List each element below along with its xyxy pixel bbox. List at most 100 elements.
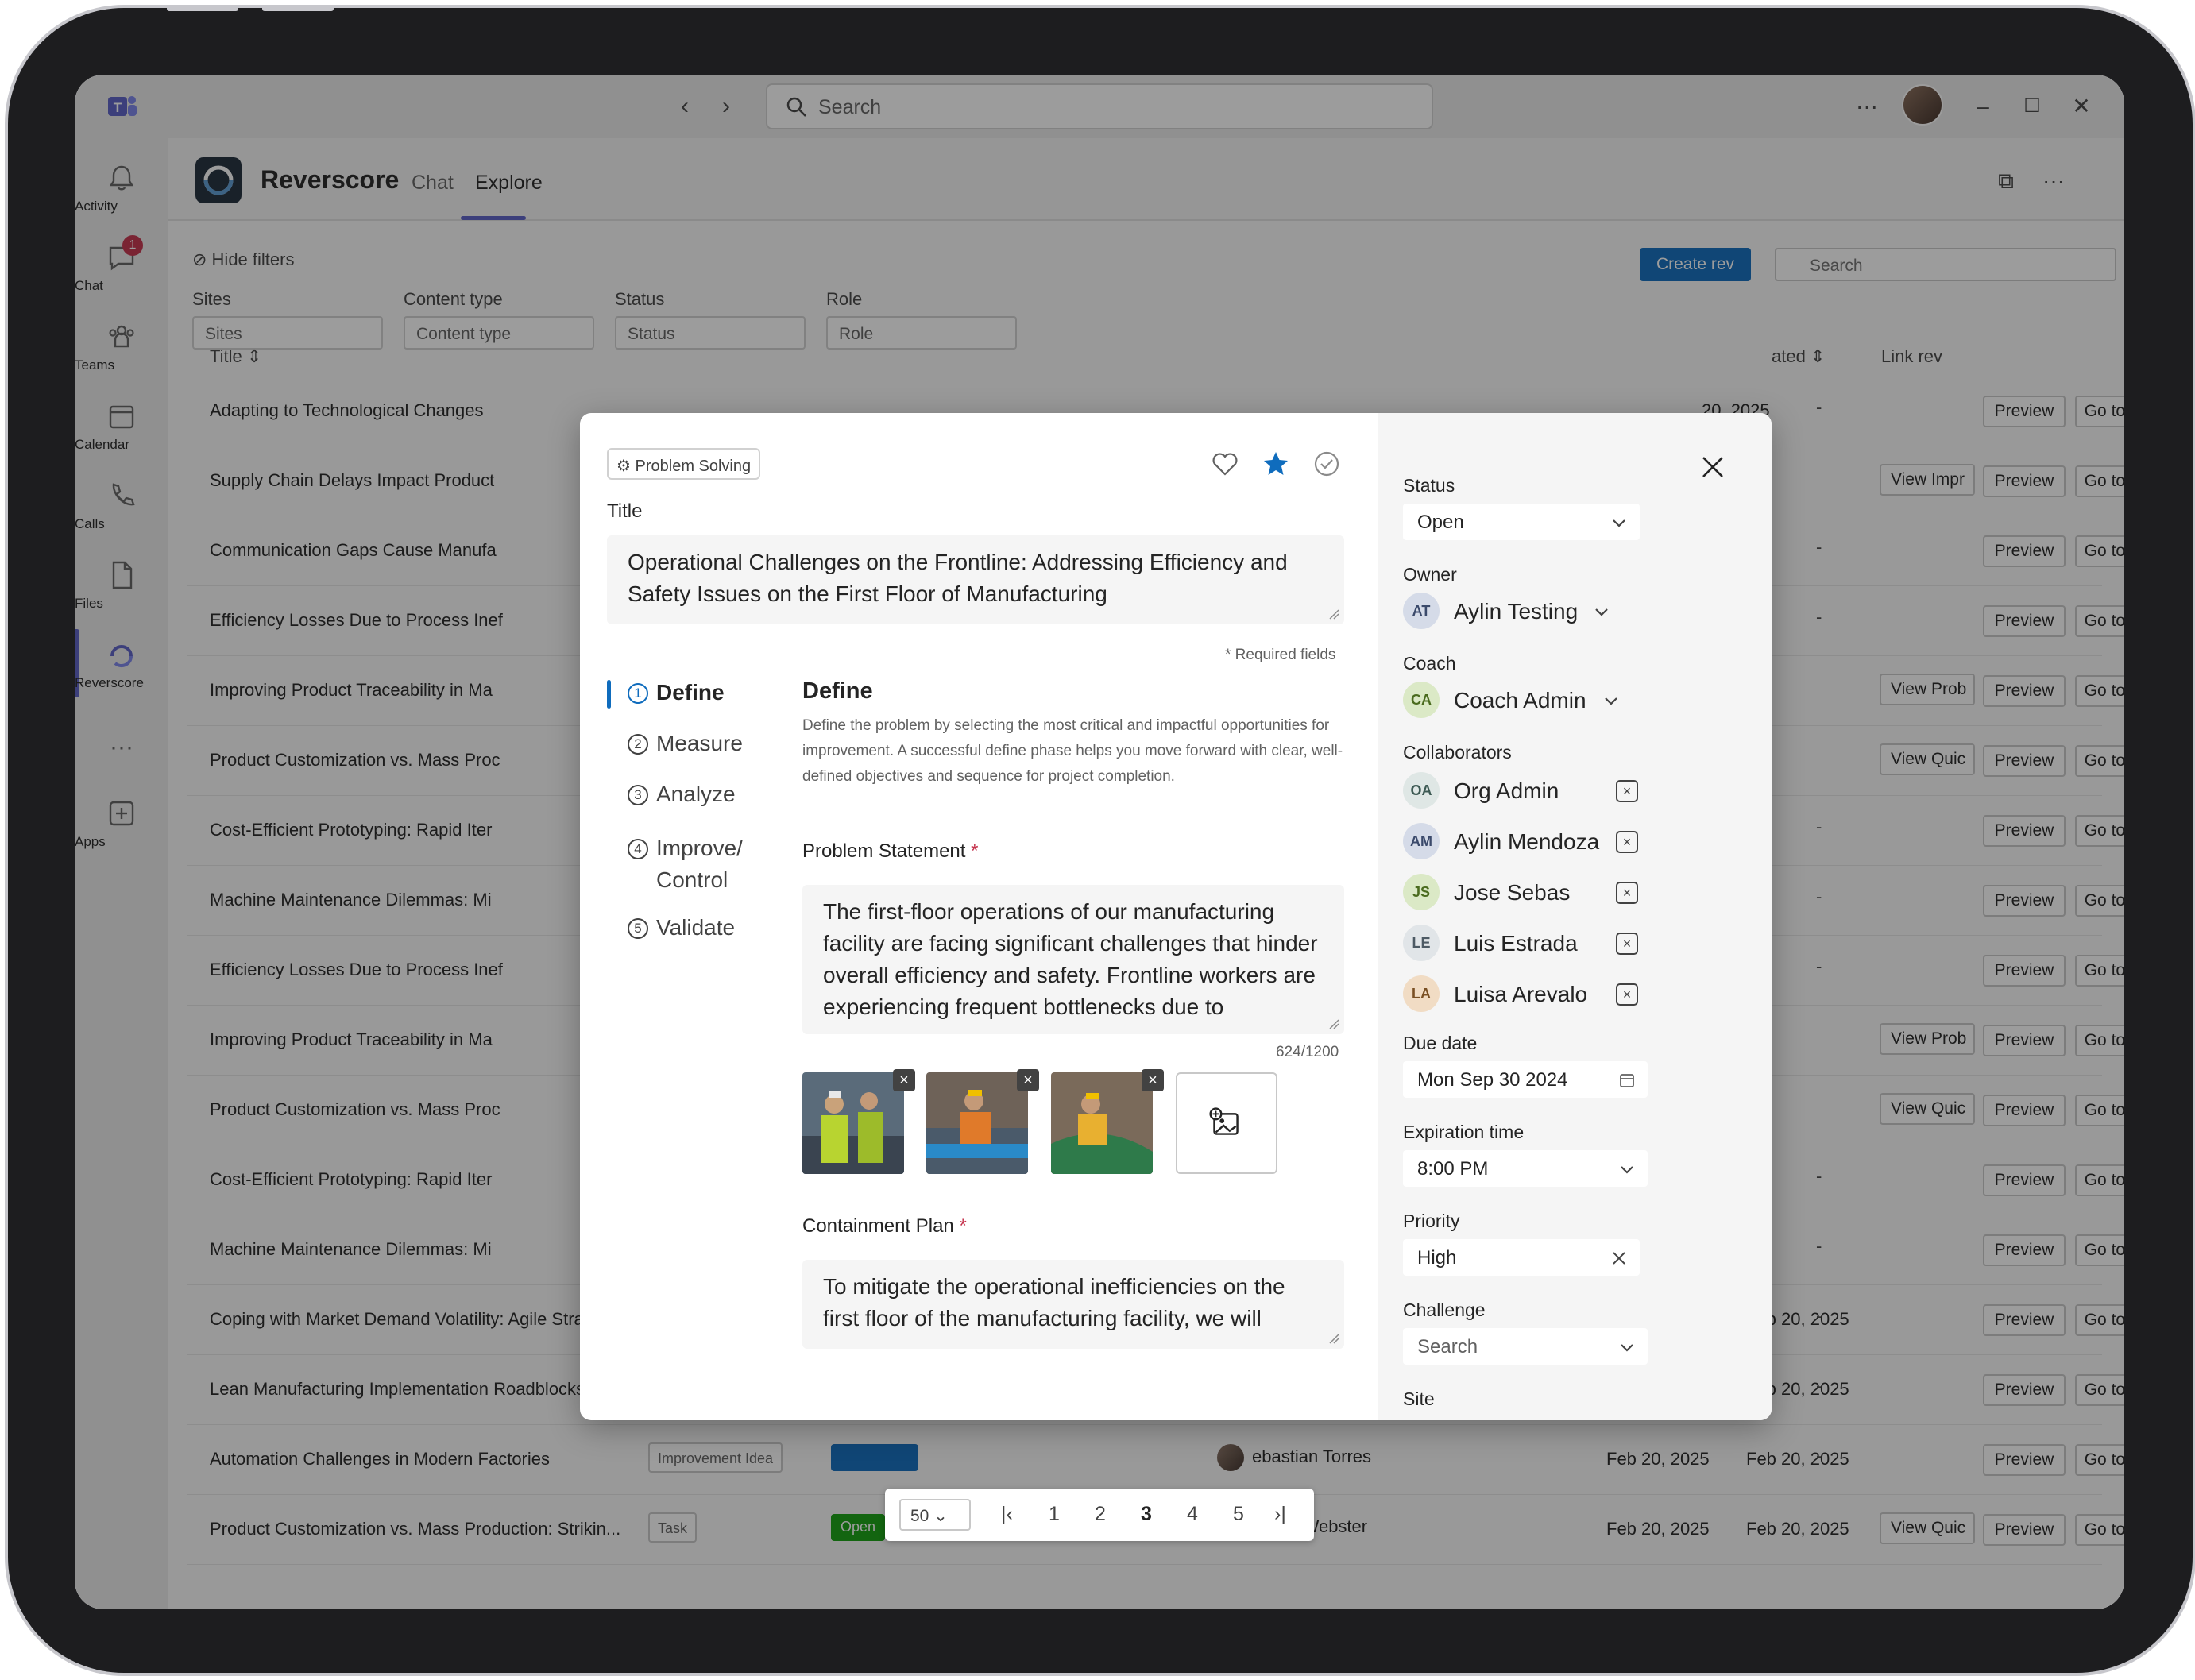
attached-photo-2[interactable] bbox=[926, 1072, 1028, 1174]
page-4[interactable]: 4 bbox=[1187, 1503, 1198, 1526]
chevron-down-icon bbox=[1621, 1344, 1633, 1352]
expiration-time-label: Expiration time bbox=[1403, 1122, 1525, 1142]
required-fields-note: * Required fields bbox=[1225, 647, 1336, 663]
problem-statement-input[interactable]: The first-floor operations of our manufa… bbox=[802, 885, 1344, 1034]
expiration-time-value: 8:00 PM bbox=[1417, 1158, 1489, 1180]
volume-button bbox=[167, 5, 238, 11]
heart-icon[interactable] bbox=[1211, 450, 1239, 478]
rev-detail-modal: ⚙ Problem Solving Title Operational Chal… bbox=[580, 413, 1772, 1420]
calendar-icon bbox=[1620, 1074, 1634, 1087]
add-image-icon bbox=[1209, 1107, 1239, 1135]
step-measure[interactable]: 2 Measure bbox=[628, 731, 743, 756]
resize-grip-icon[interactable] bbox=[1328, 1333, 1339, 1344]
priority-dropdown[interactable]: High bbox=[1403, 1239, 1640, 1276]
avatar: JS bbox=[1403, 874, 1440, 910]
page-size-dropdown[interactable]: 50 ⌄ bbox=[899, 1499, 971, 1531]
title-value: Operational Challenges on the Frontline:… bbox=[628, 550, 1288, 606]
collaborator-name: Jose Sebas bbox=[1454, 880, 1571, 905]
due-date-picker[interactable]: Mon Sep 30 2024 bbox=[1403, 1061, 1648, 1098]
problem-solving-chip: ⚙ Problem Solving bbox=[607, 448, 761, 480]
page-2[interactable]: 2 bbox=[1095, 1503, 1106, 1526]
collaborators-label: Collaborators bbox=[1403, 742, 1512, 763]
status-label: Status bbox=[1403, 475, 1455, 496]
step-label: Analyze bbox=[656, 782, 736, 806]
step-label: Improve/ Control bbox=[656, 836, 743, 892]
step-number: 3 bbox=[628, 785, 648, 805]
resize-grip-icon[interactable] bbox=[1328, 608, 1339, 620]
due-date-value: Mon Sep 30 2024 bbox=[1417, 1069, 1568, 1091]
priority-value: High bbox=[1417, 1247, 1457, 1269]
resize-grip-icon[interactable] bbox=[1328, 1018, 1339, 1029]
status-dropdown[interactable]: Open bbox=[1403, 504, 1640, 540]
step-improve-control[interactable]: 4 Improve/ Control bbox=[628, 832, 743, 896]
owner-picker[interactable]: AT Aylin Testing bbox=[1403, 591, 1641, 631]
step-label: Define bbox=[656, 680, 725, 705]
step-label: Measure bbox=[656, 731, 743, 755]
avatar: LE bbox=[1403, 925, 1440, 961]
page-1[interactable]: 1 bbox=[1049, 1503, 1060, 1526]
step-define[interactable]: 1 Define bbox=[628, 680, 725, 705]
chevron-down-icon bbox=[1595, 608, 1608, 616]
page-3-current[interactable]: 3 bbox=[1141, 1503, 1152, 1526]
last-page-icon[interactable]: ›| bbox=[1274, 1503, 1286, 1526]
character-counter: 624/1200 bbox=[1276, 1044, 1339, 1060]
challenge-placeholder: Search bbox=[1417, 1336, 1478, 1358]
page-5[interactable]: 5 bbox=[1233, 1503, 1244, 1526]
collaborator-name: Luisa Arevalo bbox=[1454, 982, 1588, 1006]
expiration-time-dropdown[interactable]: 8:00 PM bbox=[1403, 1150, 1648, 1187]
containment-plan-value: To mitigate the operational inefficienci… bbox=[823, 1274, 1285, 1330]
step-label: Validate bbox=[656, 915, 736, 940]
remove-collaborator-icon[interactable]: × bbox=[1616, 933, 1638, 955]
close-icon[interactable] bbox=[1698, 453, 1727, 481]
collaborator-item: OA Org Admin × bbox=[1403, 770, 1641, 810]
star-icon[interactable] bbox=[1262, 450, 1290, 478]
challenge-label: Challenge bbox=[1403, 1300, 1486, 1320]
screen: T ‹ › Search ··· – ☐ ✕ Activity 1 Chat T… bbox=[75, 75, 2124, 1609]
problem-statement-label: Problem Statement * bbox=[802, 840, 979, 862]
add-image-button[interactable] bbox=[1176, 1072, 1277, 1174]
remove-photo-icon[interactable]: × bbox=[893, 1069, 915, 1091]
step-analyze[interactable]: 3 Analyze bbox=[628, 782, 736, 807]
problem-statement-value: The first-floor operations of our manufa… bbox=[823, 899, 1318, 1019]
title-input[interactable]: Operational Challenges on the Frontline:… bbox=[607, 535, 1344, 624]
step-number: 2 bbox=[628, 734, 648, 755]
collaborator-item: JS Jose Sebas × bbox=[1403, 872, 1641, 912]
avatar: AM bbox=[1403, 823, 1440, 859]
avatar: CA bbox=[1403, 682, 1440, 718]
avatar: AT bbox=[1403, 593, 1440, 629]
avatar: OA bbox=[1403, 772, 1440, 809]
collaborator-name: Luis Estrada bbox=[1454, 931, 1578, 956]
coach-label: Coach bbox=[1403, 653, 1456, 674]
chip-label: Problem Solving bbox=[635, 458, 752, 475]
step-validate[interactable]: 5 Validate bbox=[628, 915, 735, 940]
remove-collaborator-icon[interactable]: × bbox=[1616, 831, 1638, 853]
collaborator-item: AM Aylin Mendoza × bbox=[1403, 821, 1641, 861]
check-circle-icon[interactable] bbox=[1312, 450, 1341, 478]
priority-label: Priority bbox=[1403, 1211, 1460, 1231]
containment-plan-label: Containment Plan * bbox=[802, 1215, 967, 1237]
remove-collaborator-icon[interactable]: × bbox=[1616, 780, 1638, 802]
challenge-search-dropdown[interactable]: Search bbox=[1403, 1328, 1648, 1365]
details-sidebar: Status Open Owner AT Aylin Testing Coach… bbox=[1378, 413, 1772, 1420]
site-label: Site bbox=[1403, 1388, 1435, 1409]
collaborator-name: Aylin Mendoza bbox=[1454, 829, 1600, 854]
volume-button bbox=[262, 5, 334, 11]
coach-picker[interactable]: CA Coach Admin bbox=[1403, 680, 1641, 720]
avatar: LA bbox=[1403, 975, 1440, 1012]
containment-plan-label-text: Containment Plan bbox=[802, 1215, 954, 1237]
remove-collaborator-icon[interactable]: × bbox=[1616, 882, 1638, 904]
attached-photo-3[interactable] bbox=[1051, 1072, 1153, 1174]
containment-plan-input[interactable]: To mitigate the operational inefficienci… bbox=[802, 1260, 1344, 1349]
remove-photo-icon[interactable]: × bbox=[1142, 1069, 1164, 1091]
remove-photo-icon[interactable]: × bbox=[1017, 1069, 1039, 1091]
due-date-label: Due date bbox=[1403, 1033, 1478, 1053]
remove-collaborator-icon[interactable]: × bbox=[1616, 983, 1638, 1006]
problem-statement-label-text: Problem Statement bbox=[802, 840, 966, 862]
attached-photo-1[interactable] bbox=[802, 1072, 904, 1174]
owner-name: Aylin Testing bbox=[1454, 599, 1579, 624]
page-size-value: 50 bbox=[910, 1507, 929, 1525]
step-number: 4 bbox=[628, 839, 648, 859]
coach-name: Coach Admin bbox=[1454, 688, 1586, 713]
first-page-icon[interactable]: |‹ bbox=[1001, 1503, 1013, 1526]
clear-icon[interactable] bbox=[1611, 1250, 1627, 1266]
